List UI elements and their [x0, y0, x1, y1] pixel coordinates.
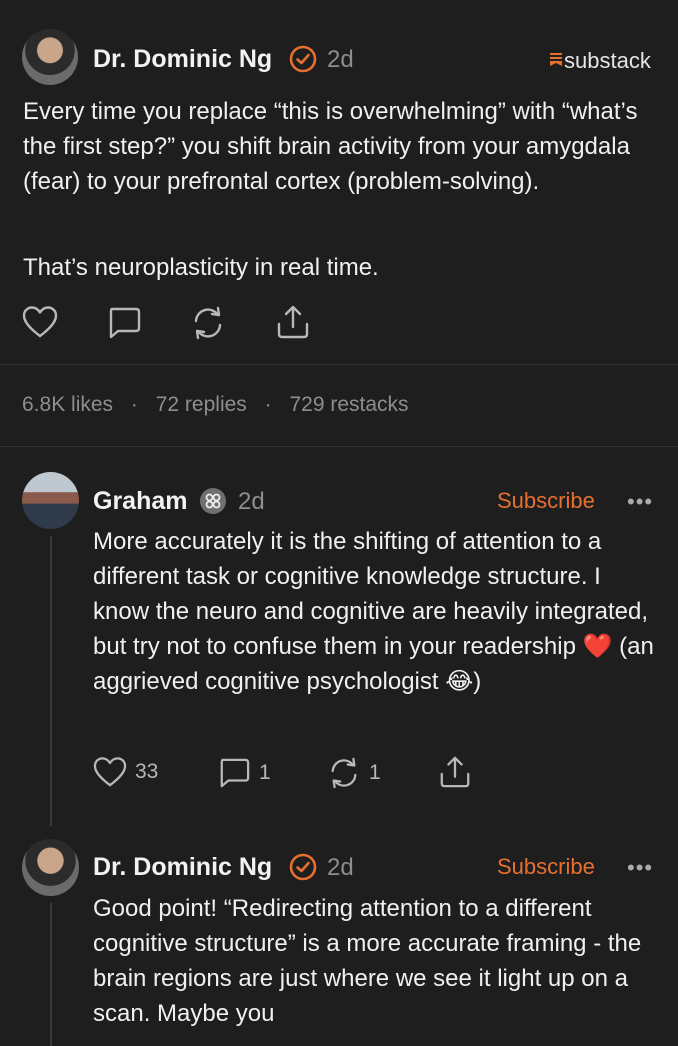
divider: [0, 446, 678, 447]
comment-icon: [217, 757, 251, 789]
verified-badge-icon: [289, 45, 317, 78]
restacks-count[interactable]: 729 restacks: [289, 393, 408, 416]
comment-reply-count: 1: [259, 761, 271, 784]
verified-badge-icon: [289, 853, 317, 886]
comment-text: Good point! “Redirecting attention to a …: [93, 895, 642, 1027]
share-icon: [275, 304, 311, 340]
comment-text-part: More accurately it is the shifting of at…: [93, 528, 649, 660]
replies-count[interactable]: 72 replies: [156, 393, 247, 416]
comment-button[interactable]: [106, 306, 142, 340]
comment-text-part: ): [473, 668, 482, 695]
post-paragraph-2: That’s neuroplasticity in real time.: [23, 254, 379, 281]
substack-logo-icon: [550, 52, 562, 71]
subscribe-button[interactable]: Subscribe: [497, 854, 595, 880]
substack-logo[interactable]: substack: [550, 48, 651, 74]
comment-restack-count: 1: [369, 761, 381, 784]
commenter-avatar[interactable]: [22, 472, 79, 529]
comment-icon: [106, 306, 142, 340]
comment-time: 2d: [327, 854, 354, 881]
comment-restack-button[interactable]: 1: [327, 757, 381, 789]
likes-count[interactable]: 6.8K likes: [22, 393, 113, 416]
thread-line: [50, 903, 52, 1046]
more-options-button[interactable]: •••: [627, 489, 653, 515]
divider: [0, 364, 678, 365]
share-button[interactable]: [275, 304, 311, 340]
more-options-button[interactable]: •••: [627, 855, 653, 881]
comment-time: 2d: [238, 488, 265, 515]
post-stats: 6.8K likes · 72 replies · 729 restacks: [22, 393, 409, 417]
comment-reply-button[interactable]: 1: [217, 757, 271, 789]
comment-share-button[interactable]: [438, 755, 472, 789]
stats-separator: ·: [264, 393, 272, 416]
commenter-avatar[interactable]: [22, 839, 79, 896]
comment-text: More accurately it is the shifting of at…: [93, 524, 658, 699]
stats-separator: ·: [130, 393, 138, 416]
laughing-emoji: 😂: [445, 668, 474, 695]
restack-button[interactable]: [190, 306, 226, 340]
heart-icon: [22, 305, 58, 339]
subscribe-button[interactable]: Subscribe: [497, 488, 595, 514]
author-avatar[interactable]: [22, 29, 78, 85]
like-button[interactable]: [22, 305, 58, 339]
founding-badge-icon: [199, 487, 227, 520]
share-icon: [438, 755, 472, 789]
post-author-name[interactable]: Dr. Dominic Ng: [93, 45, 272, 74]
restack-icon: [190, 306, 226, 340]
thread-line: [50, 536, 52, 826]
comment-like-button[interactable]: 33: [93, 756, 158, 788]
comment-like-count: 33: [135, 760, 159, 783]
heart-emoji: ❤️: [582, 633, 613, 660]
substack-wordmark: substack: [564, 48, 651, 73]
restack-icon: [327, 757, 361, 789]
comment-author-name[interactable]: Dr. Dominic Ng: [93, 853, 272, 882]
post-paragraph-1: Every time you replace “this is overwhel…: [23, 98, 638, 195]
post-time: 2d: [327, 46, 354, 73]
heart-icon: [93, 756, 127, 788]
comment-author-name[interactable]: Graham: [93, 487, 187, 516]
